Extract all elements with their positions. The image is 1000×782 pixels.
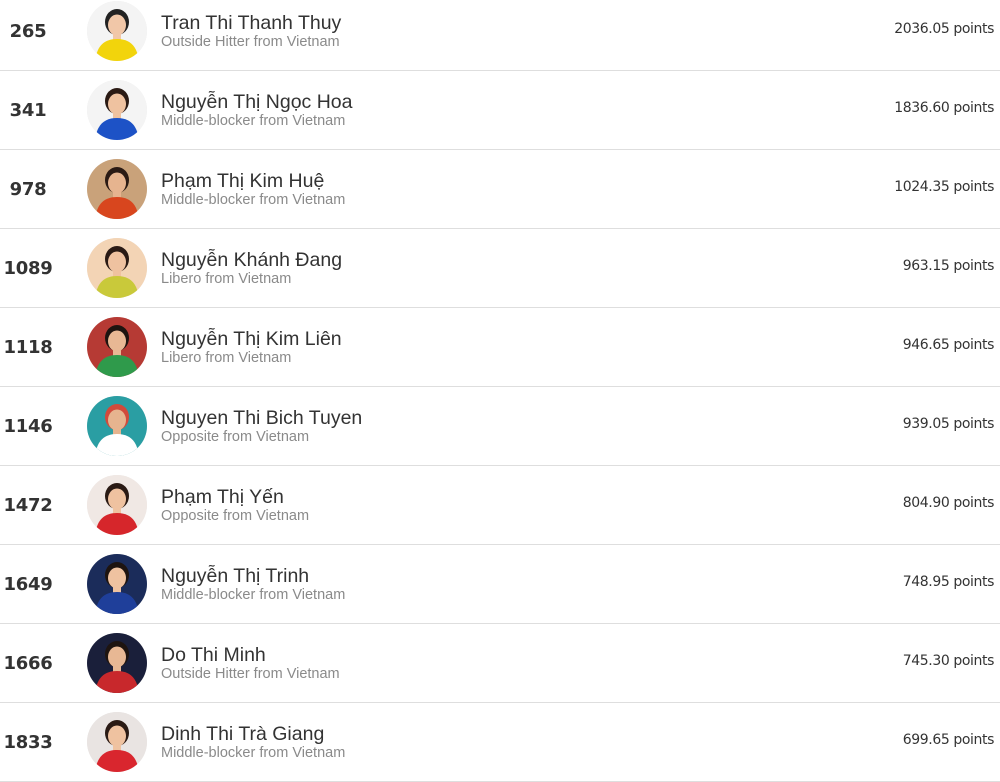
player-points: 745.30 points: [902, 653, 995, 669]
player-info: Phạm Thị Yến Opposite from Vietnam: [161, 486, 309, 524]
player-points: 939.05 points: [902, 416, 995, 432]
player-row[interactable]: 1146 Nguyen Thi Bich Tuyen Opposite from…: [0, 387, 1000, 466]
player-info: Nguyễn Thị Trinh Middle-blocker from Vie…: [161, 565, 345, 603]
player-info: Nguyễn Khánh Đang Libero from Vietnam: [161, 249, 342, 287]
player-avatar-icon: [87, 159, 147, 219]
player-name[interactable]: Do Thi Minh: [161, 644, 340, 666]
player-avatar-icon[interactable]: [87, 554, 147, 614]
player-avatar-icon: [87, 633, 147, 693]
player-role: Outside Hitter from Vietnam: [161, 34, 340, 50]
player-role: Middle-blocker from Vietnam: [161, 192, 346, 208]
player-row[interactable]: 1472 Phạm Thị Yến Opposite from Vietnam …: [0, 466, 1000, 545]
player-rank: 1649: [3, 573, 53, 595]
player-role: Opposite from Vietnam: [161, 429, 310, 445]
player-name[interactable]: Nguyễn Thị Kim Liên: [161, 328, 342, 350]
player-avatar-icon: [87, 1, 147, 61]
player-row[interactable]: 978 Phạm Thị Kim Huệ Middle-blocker from…: [0, 150, 1000, 229]
player-name[interactable]: Nguyễn Thị Trinh: [161, 565, 345, 587]
player-rank: 978: [9, 178, 47, 200]
player-rank: 1666: [3, 652, 53, 674]
player-role: Libero from Vietnam: [161, 271, 292, 287]
player-avatar-icon: [87, 317, 147, 377]
player-row[interactable]: 1118 Nguyễn Thị Kim Liên Libero from Vie…: [0, 308, 1000, 387]
player-name[interactable]: Phạm Thị Kim Huệ: [161, 170, 345, 192]
player-role: Middle-blocker from Vietnam: [161, 745, 346, 761]
player-points: 946.65 points: [902, 337, 995, 353]
player-avatar-icon[interactable]: [87, 238, 147, 298]
player-info: Nguyen Thi Bich Tuyen Opposite from Viet…: [161, 407, 362, 445]
player-avatar-icon: [87, 238, 147, 298]
player-name[interactable]: Dinh Thi Trà Giang: [161, 723, 345, 745]
player-rank: 1472: [3, 494, 53, 516]
player-row[interactable]: 1666 Do Thi Minh Outside Hitter from Vie…: [0, 624, 1000, 703]
player-rank: 1833: [3, 731, 53, 753]
player-points: 963.15 points: [902, 258, 995, 274]
player-rank: 1146: [3, 415, 53, 437]
player-info: Do Thi Minh Outside Hitter from Vietnam: [161, 644, 340, 682]
player-row[interactable]: 265 Tran Thi Thanh Thuy Outside Hitter f…: [0, 0, 1000, 71]
player-name[interactable]: Nguyễn Thị Ngọc Hoa: [161, 91, 353, 113]
player-avatar-icon[interactable]: [87, 1, 147, 61]
player-info: Dinh Thi Trà Giang Middle-blocker from V…: [161, 723, 345, 761]
player-points: 1024.35 points: [894, 179, 994, 195]
player-rank: 341: [9, 99, 47, 121]
player-role: Libero from Vietnam: [161, 350, 292, 366]
player-name[interactable]: Phạm Thị Yến: [161, 486, 309, 508]
player-rank: 1089: [3, 257, 53, 279]
player-points: 804.90 points: [902, 495, 995, 511]
player-points: 748.95 points: [902, 574, 995, 590]
player-avatar-icon: [87, 396, 147, 456]
player-role: Outside Hitter from Vietnam: [161, 666, 340, 682]
player-avatar-icon[interactable]: [87, 396, 147, 456]
player-name[interactable]: Nguyễn Khánh Đang: [161, 249, 342, 271]
player-points: 699.65 points: [902, 732, 995, 748]
player-avatar-icon[interactable]: [87, 159, 147, 219]
player-role: Middle-blocker from Vietnam: [161, 113, 346, 129]
player-avatar-icon[interactable]: [87, 633, 147, 693]
player-name[interactable]: Tran Thi Thanh Thuy: [161, 12, 341, 34]
player-avatar-icon: [87, 554, 147, 614]
player-avatar-icon[interactable]: [87, 475, 147, 535]
player-name[interactable]: Nguyen Thi Bich Tuyen: [161, 407, 362, 429]
player-avatar-icon: [87, 475, 147, 535]
player-info: Phạm Thị Kim Huệ Middle-blocker from Vie…: [161, 170, 345, 208]
player-points: 1836.60 points: [894, 100, 994, 116]
player-role: Opposite from Vietnam: [161, 508, 310, 524]
player-ranking-list: 265 Tran Thi Thanh Thuy Outside Hitter f…: [0, 0, 1000, 782]
player-avatar-icon: [87, 712, 147, 772]
player-rank: 1118: [3, 336, 53, 358]
player-info: Nguyễn Thị Ngọc Hoa Middle-blocker from …: [161, 91, 353, 129]
player-row[interactable]: 1833 Dinh Thi Trà Giang Middle-blocker f…: [0, 703, 1000, 782]
player-row[interactable]: 1089 Nguyễn Khánh Đang Libero from Vietn…: [0, 229, 1000, 308]
player-role: Middle-blocker from Vietnam: [161, 587, 346, 603]
player-info: Nguyễn Thị Kim Liên Libero from Vietnam: [161, 328, 342, 366]
player-avatar-icon[interactable]: [87, 317, 147, 377]
player-points: 2036.05 points: [894, 21, 994, 37]
player-row[interactable]: 1649 Nguyễn Thị Trinh Middle-blocker fro…: [0, 545, 1000, 624]
player-info: Tran Thi Thanh Thuy Outside Hitter from …: [161, 12, 341, 50]
player-avatar-icon[interactable]: [87, 712, 147, 772]
player-avatar-icon[interactable]: [87, 80, 147, 140]
player-row[interactable]: 341 Nguyễn Thị Ngọc Hoa Middle-blocker f…: [0, 71, 1000, 150]
player-rank: 265: [9, 20, 47, 42]
player-avatar-icon: [87, 80, 147, 140]
